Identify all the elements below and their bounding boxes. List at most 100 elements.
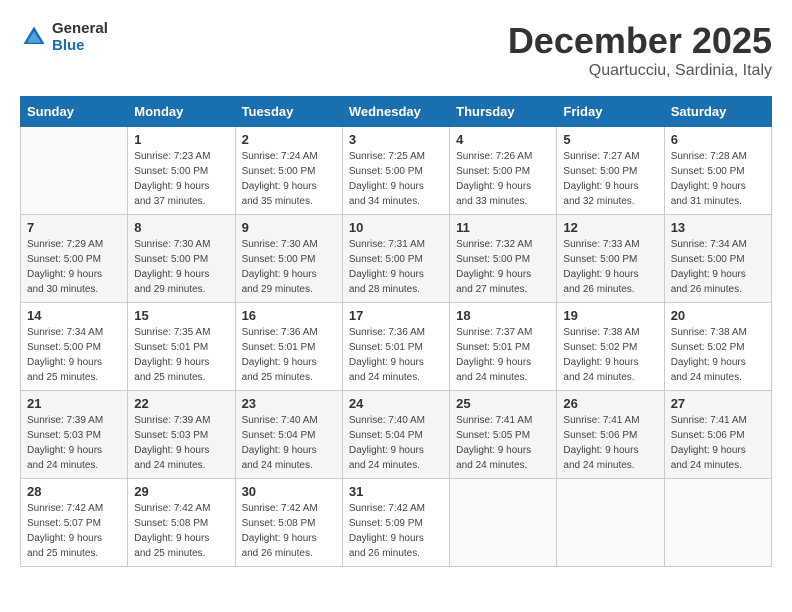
day-info: Sunrise: 7:34 AM Sunset: 5:00 PM Dayligh… <box>27 325 121 385</box>
day-number: 8 <box>134 220 228 235</box>
day-info: Sunrise: 7:42 AM Sunset: 5:09 PM Dayligh… <box>349 501 443 561</box>
weekday-header: Saturday <box>664 97 771 127</box>
weekday-header: Thursday <box>450 97 557 127</box>
calendar-cell: 14 Sunrise: 7:34 AM Sunset: 5:00 PM Dayli… <box>21 303 128 391</box>
weekday-header: Sunday <box>21 97 128 127</box>
calendar-cell: 23 Sunrise: 7:40 AM Sunset: 5:04 PM Dayli… <box>235 391 342 479</box>
calendar-cell: 18 Sunrise: 7:37 AM Sunset: 5:01 PM Dayli… <box>450 303 557 391</box>
day-info: Sunrise: 7:26 AM Sunset: 5:00 PM Dayligh… <box>456 149 550 209</box>
calendar-cell <box>21 127 128 215</box>
calendar-cell: 17 Sunrise: 7:36 AM Sunset: 5:01 PM Dayli… <box>342 303 449 391</box>
day-number: 11 <box>456 220 550 235</box>
day-info: Sunrise: 7:31 AM Sunset: 5:00 PM Dayligh… <box>349 237 443 297</box>
logo: General Blue <box>20 20 108 54</box>
day-number: 9 <box>242 220 336 235</box>
day-number: 10 <box>349 220 443 235</box>
day-info: Sunrise: 7:39 AM Sunset: 5:03 PM Dayligh… <box>27 413 121 473</box>
header: General Blue December 2025 Quartucciu, S… <box>20 20 772 80</box>
calendar-cell: 29Sunrise: 7:42 AM Sunset: 5:08 PM Dayli… <box>128 479 235 567</box>
day-number: 5 <box>563 132 657 147</box>
day-info: Sunrise: 7:39 AM Sunset: 5:03 PM Dayligh… <box>134 413 228 473</box>
day-info: Sunrise: 7:37 AM Sunset: 5:01 PM Dayligh… <box>456 325 550 385</box>
day-number: 2 <box>242 132 336 147</box>
day-info: Sunrise: 7:42 AM Sunset: 5:08 PM Dayligh… <box>242 501 336 561</box>
calendar-cell: 1 Sunrise: 7:23 AM Sunset: 5:00 PM Daylig… <box>128 127 235 215</box>
day-number: 25 <box>456 396 550 411</box>
day-info: Sunrise: 7:27 AM Sunset: 5:00 PM Dayligh… <box>563 149 657 209</box>
calendar-cell: 4 Sunrise: 7:26 AM Sunset: 5:00 PM Daylig… <box>450 127 557 215</box>
day-number: 20 <box>671 308 765 323</box>
day-number: 17 <box>349 308 443 323</box>
calendar-cell: 27 Sunrise: 7:41 AM Sunset: 5:06 PM Dayli… <box>664 391 771 479</box>
day-info: Sunrise: 7:32 AM Sunset: 5:00 PM Dayligh… <box>456 237 550 297</box>
day-info: Sunrise: 7:24 AM Sunset: 5:00 PM Dayligh… <box>242 149 336 209</box>
day-number: 15 <box>134 308 228 323</box>
calendar-cell: 20 Sunrise: 7:38 AM Sunset: 5:02 PM Dayli… <box>664 303 771 391</box>
logo-text: General Blue <box>52 20 108 54</box>
day-info: Sunrise: 7:38 AM Sunset: 5:02 PM Dayligh… <box>563 325 657 385</box>
weekday-header: Wednesday <box>342 97 449 127</box>
calendar-cell: 28Sunrise: 7:42 AM Sunset: 5:07 PM Dayli… <box>21 479 128 567</box>
day-number: 27 <box>671 396 765 411</box>
calendar-cell: 7 Sunrise: 7:29 AM Sunset: 5:00 PM Daylig… <box>21 215 128 303</box>
day-number: 14 <box>27 308 121 323</box>
calendar-cell: 12 Sunrise: 7:33 AM Sunset: 5:00 PM Dayli… <box>557 215 664 303</box>
day-number: 6 <box>671 132 765 147</box>
calendar-cell: 16 Sunrise: 7:36 AM Sunset: 5:01 PM Dayli… <box>235 303 342 391</box>
day-info: Sunrise: 7:42 AM Sunset: 5:07 PM Dayligh… <box>27 501 121 561</box>
day-info: Sunrise: 7:30 AM Sunset: 5:00 PM Dayligh… <box>134 237 228 297</box>
calendar-cell: 10 Sunrise: 7:31 AM Sunset: 5:00 PM Dayli… <box>342 215 449 303</box>
day-info: Sunrise: 7:36 AM Sunset: 5:01 PM Dayligh… <box>242 325 336 385</box>
day-info: Sunrise: 7:35 AM Sunset: 5:01 PM Dayligh… <box>134 325 228 385</box>
day-number: 24 <box>349 396 443 411</box>
day-info: Sunrise: 7:42 AM Sunset: 5:08 PM Dayligh… <box>134 501 228 561</box>
day-info: Sunrise: 7:29 AM Sunset: 5:00 PM Dayligh… <box>27 237 121 297</box>
day-number: 12 <box>563 220 657 235</box>
day-info: Sunrise: 7:23 AM Sunset: 5:00 PM Dayligh… <box>134 149 228 209</box>
calendar-cell: 21 Sunrise: 7:39 AM Sunset: 5:03 PM Dayli… <box>21 391 128 479</box>
day-info: Sunrise: 7:38 AM Sunset: 5:02 PM Dayligh… <box>671 325 765 385</box>
day-number: 13 <box>671 220 765 235</box>
title-area: December 2025 Quartucciu, Sardinia, Ital… <box>508 20 772 80</box>
calendar-cell: 24 Sunrise: 7:40 AM Sunset: 5:04 PM Dayli… <box>342 391 449 479</box>
calendar-cell: 26Sunrise: 7:41 AM Sunset: 5:06 PM Dayli… <box>557 391 664 479</box>
day-number: 7 <box>27 220 121 235</box>
calendar-cell: 3 Sunrise: 7:25 AM Sunset: 5:00 PM Daylig… <box>342 127 449 215</box>
month-title: December 2025 <box>508 20 772 62</box>
calendar-cell: 2 Sunrise: 7:24 AM Sunset: 5:00 PM Daylig… <box>235 127 342 215</box>
day-number: 1 <box>134 132 228 147</box>
calendar-cell: 19Sunrise: 7:38 AM Sunset: 5:02 PM Dayli… <box>557 303 664 391</box>
day-number: 22 <box>134 396 228 411</box>
day-info: Sunrise: 7:25 AM Sunset: 5:00 PM Dayligh… <box>349 149 443 209</box>
day-info: Sunrise: 7:41 AM Sunset: 5:05 PM Dayligh… <box>456 413 550 473</box>
day-info: Sunrise: 7:40 AM Sunset: 5:04 PM Dayligh… <box>349 413 443 473</box>
day-number: 23 <box>242 396 336 411</box>
weekday-header: Monday <box>128 97 235 127</box>
weekday-header: Friday <box>557 97 664 127</box>
calendar-cell: 8 Sunrise: 7:30 AM Sunset: 5:00 PM Daylig… <box>128 215 235 303</box>
day-info: Sunrise: 7:41 AM Sunset: 5:06 PM Dayligh… <box>671 413 765 473</box>
day-info: Sunrise: 7:36 AM Sunset: 5:01 PM Dayligh… <box>349 325 443 385</box>
day-number: 31 <box>349 484 443 499</box>
calendar-cell: 22 Sunrise: 7:39 AM Sunset: 5:03 PM Dayli… <box>128 391 235 479</box>
calendar-cell <box>664 479 771 567</box>
day-info: Sunrise: 7:40 AM Sunset: 5:04 PM Dayligh… <box>242 413 336 473</box>
day-info: Sunrise: 7:33 AM Sunset: 5:00 PM Dayligh… <box>563 237 657 297</box>
calendar-cell: 13Sunrise: 7:34 AM Sunset: 5:00 PM Dayli… <box>664 215 771 303</box>
day-number: 21 <box>27 396 121 411</box>
calendar-cell: 5 Sunrise: 7:27 AM Sunset: 5:00 PM Daylig… <box>557 127 664 215</box>
calendar-cell: 31 Sunrise: 7:42 AM Sunset: 5:09 PM Dayli… <box>342 479 449 567</box>
location-title: Quartucciu, Sardinia, Italy <box>508 62 772 80</box>
day-number: 16 <box>242 308 336 323</box>
day-number: 4 <box>456 132 550 147</box>
day-number: 26 <box>563 396 657 411</box>
calendar-cell <box>557 479 664 567</box>
calendar-cell: 30Sunrise: 7:42 AM Sunset: 5:08 PM Dayli… <box>235 479 342 567</box>
calendar-cell: 15 Sunrise: 7:35 AM Sunset: 5:01 PM Dayli… <box>128 303 235 391</box>
day-number: 18 <box>456 308 550 323</box>
day-number: 3 <box>349 132 443 147</box>
calendar-cell: 6Sunrise: 7:28 AM Sunset: 5:00 PM Daylig… <box>664 127 771 215</box>
calendar-cell <box>450 479 557 567</box>
calendar-cell: 25 Sunrise: 7:41 AM Sunset: 5:05 PM Dayli… <box>450 391 557 479</box>
day-info: Sunrise: 7:30 AM Sunset: 5:00 PM Dayligh… <box>242 237 336 297</box>
